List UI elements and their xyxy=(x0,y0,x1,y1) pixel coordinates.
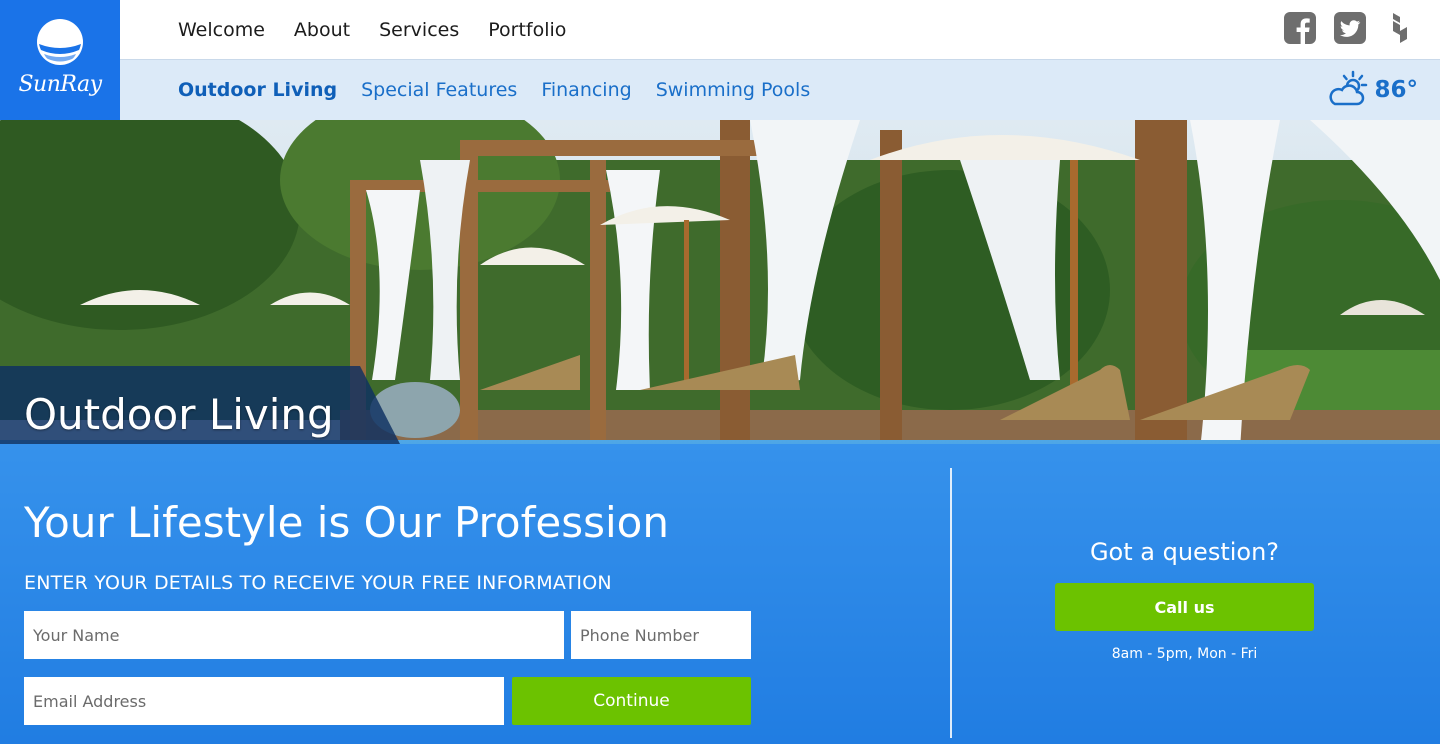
nav-portfolio[interactable]: Portfolio xyxy=(488,19,566,41)
call-us-button[interactable]: Call us xyxy=(1055,583,1314,631)
nav-about[interactable]: About xyxy=(294,19,350,41)
top-bar: Welcome About Services Portfolio xyxy=(120,0,1440,59)
hero-subheadline: ENTER YOUR DETAILS TO RECEIVE YOUR FREE … xyxy=(24,572,612,594)
weather-widget: 86° xyxy=(1326,70,1418,110)
email-input[interactable] xyxy=(24,677,504,725)
primary-nav: Welcome About Services Portfolio xyxy=(178,0,566,59)
nav-welcome[interactable]: Welcome xyxy=(178,19,265,41)
social-links xyxy=(1284,12,1416,44)
sub-nav-bar: Outdoor Living Special Features Financin… xyxy=(120,59,1440,120)
name-input[interactable] xyxy=(24,611,564,659)
subnav-special-features[interactable]: Special Features xyxy=(361,79,517,101)
partly-sunny-icon xyxy=(1329,70,1368,106)
sunray-logo[interactable]: SunRay xyxy=(0,0,120,120)
phone-input[interactable] xyxy=(571,611,751,659)
business-hours: 8am - 5pm, Mon - Fri xyxy=(1111,646,1258,662)
hero-headline: Your Lifestyle is Our Profession xyxy=(24,498,669,547)
logo-text: SunRay xyxy=(18,72,102,97)
hero-section: Outdoor Living Your Lifestyle is Our Pro… xyxy=(0,120,1440,744)
vertical-divider xyxy=(950,468,952,738)
houzz-icon[interactable] xyxy=(1384,12,1416,44)
continue-button[interactable]: Continue xyxy=(512,677,751,725)
question-heading: Got a question? xyxy=(1089,538,1280,566)
secondary-nav: Outdoor Living Special Features Financin… xyxy=(178,60,810,120)
nav-services[interactable]: Services xyxy=(379,19,459,41)
subnav-swimming-pools[interactable]: Swimming Pools xyxy=(656,79,811,101)
twitter-icon[interactable] xyxy=(1334,12,1366,44)
facebook-icon[interactable] xyxy=(1284,12,1316,44)
subnav-outdoor-living[interactable]: Outdoor Living xyxy=(178,79,337,101)
page-title: Outdoor Living xyxy=(24,390,334,439)
temperature: 86° xyxy=(1374,77,1418,103)
sun-logo-icon xyxy=(37,19,83,65)
subnav-financing[interactable]: Financing xyxy=(541,79,631,101)
